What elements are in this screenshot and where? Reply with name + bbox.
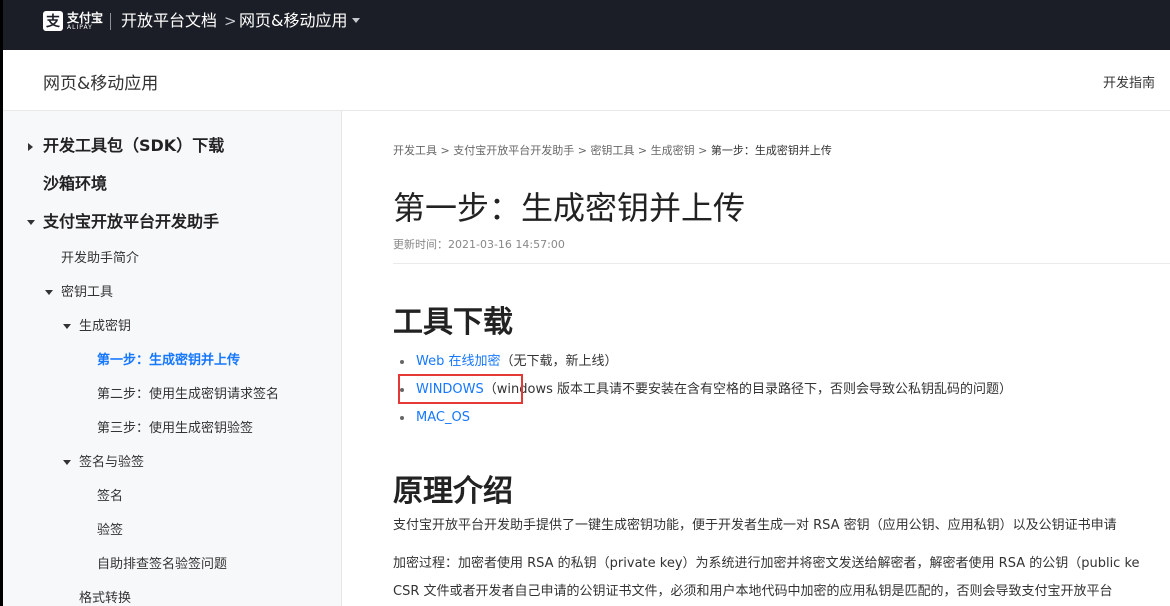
sidebar-item-dev-assistant[interactable]: 支付宝开放平台开发助手 xyxy=(43,212,219,232)
sidebar-item-troubleshoot[interactable]: 自助排查签名验签问题 xyxy=(97,555,227,575)
breadcrumb-item[interactable]: 开发工具 xyxy=(393,144,437,157)
topbar-divider xyxy=(110,13,111,30)
page-title: 第一步：生成密钥并上传 xyxy=(393,189,746,227)
alipay-logo[interactable]: 支 支付宝 ALIPAY xyxy=(43,11,103,31)
sidebar-item-generate-key[interactable]: 生成密钥 xyxy=(79,317,131,337)
section-heading-principle: 原理介绍 xyxy=(393,474,513,509)
sidebar-nav: 开发工具包（SDK）下载 沙箱环境 支付宝开放平台开发助手 开发助手简介 密钥工… xyxy=(3,111,342,606)
breadcrumb-separator: > xyxy=(694,144,711,157)
sidebar-item-step1[interactable]: 第一步：生成密钥并上传 xyxy=(97,351,240,371)
caret-down-icon[interactable] xyxy=(45,290,53,295)
divider xyxy=(393,263,1170,264)
app-switcher[interactable]: 网页&移动应用 xyxy=(239,10,347,32)
breadcrumb: 开发工具 > 支付宝开放平台开发助手 > 密钥工具 > 生成密钥 > 第一步：生… xyxy=(393,142,832,158)
updated-time: 更新时间：2021-03-16 14:57:00 xyxy=(393,238,565,251)
section-title: 网页&移动应用 xyxy=(43,74,159,94)
chevron-down-icon[interactable] xyxy=(352,18,360,23)
caret-down-icon[interactable] xyxy=(63,324,71,329)
sidebar-item-step2[interactable]: 第二步：使用生成密钥请求签名 xyxy=(97,385,279,405)
bullet-dot xyxy=(400,416,404,420)
breadcrumb-separator: > xyxy=(224,12,237,30)
caret-down-icon[interactable] xyxy=(27,220,35,225)
list-item: MAC_OS xyxy=(416,408,470,428)
section-heading-tools: 工具下载 xyxy=(393,305,513,340)
sidebar-item-format-convert[interactable]: 格式转换 xyxy=(79,589,131,606)
breadcrumb-item[interactable]: 支付宝开放平台开发助手 xyxy=(453,144,574,157)
paragraph: 支付宝开放平台开发助手提供了一键生成密钥功能，便于开发者生成一对 RSA 密钥（… xyxy=(393,518,1117,533)
paragraph: 加密过程：加密者使用 RSA 的私钥（private key）为系统进行加密并将… xyxy=(393,556,1140,571)
breadcrumb-current: 第一步：生成密钥并上传 xyxy=(710,144,832,157)
caret-down-icon[interactable] xyxy=(63,460,71,465)
sub-header: 网页&移动应用 开发指南 xyxy=(3,50,1170,111)
sidebar-item-sign[interactable]: 签名 xyxy=(97,487,123,507)
list-item-note: （windows 版本工具请不要安装在含有空格的目录路径下，否则会导致公私钥乱码… xyxy=(483,382,1012,397)
list-item-note: （无下载，新上线） xyxy=(500,354,618,369)
breadcrumb-separator: > xyxy=(634,144,651,157)
bullet-dot xyxy=(400,360,404,364)
paragraph: CSR 文件或者开发者自己申请的公钥证书文件，必须和用户本地代码中加密的应用私钥… xyxy=(393,584,1113,599)
breadcrumb-separator: > xyxy=(437,144,454,157)
web-encrypt-link[interactable]: Web 在线加密 xyxy=(416,354,500,369)
sidebar-item-step3[interactable]: 第三步：使用生成密钥验签 xyxy=(97,419,253,439)
sidebar-item-verify[interactable]: 验签 xyxy=(97,521,123,541)
logo-cn: 支付宝 xyxy=(67,10,104,25)
breadcrumb-separator: > xyxy=(574,144,591,157)
alipay-logo-icon: 支 xyxy=(43,11,63,31)
sidebar-item-sandbox[interactable]: 沙箱环境 xyxy=(43,174,107,194)
breadcrumb-item[interactable]: 密钥工具 xyxy=(590,144,634,157)
alipay-logo-text: 支付宝 ALIPAY xyxy=(67,12,103,31)
logo-en: ALIPAY xyxy=(67,23,93,31)
list-item: Web 在线加密（无下载，新上线） xyxy=(416,352,618,372)
open-platform-docs-link[interactable]: 开放平台文档 xyxy=(121,10,217,32)
sidebar-item-key-tool[interactable]: 密钥工具 xyxy=(61,283,113,303)
breadcrumb-item[interactable]: 生成密钥 xyxy=(651,144,695,157)
highlight-annotation xyxy=(398,374,523,404)
macos-download-link[interactable]: MAC_OS xyxy=(416,410,470,425)
sidebar-item-sign-verify[interactable]: 签名与验签 xyxy=(79,453,144,473)
main-content: 开发工具 > 支付宝开放平台开发助手 > 密钥工具 > 生成密钥 > 第一步：生… xyxy=(343,111,1170,606)
dev-guide-link[interactable]: 开发指南 xyxy=(1103,72,1155,91)
sidebar-item-sdk[interactable]: 开发工具包（SDK）下载 xyxy=(43,136,224,156)
caret-right-icon[interactable] xyxy=(28,143,33,151)
sidebar-item-assistant-intro[interactable]: 开发助手简介 xyxy=(61,249,139,269)
top-navbar: 支 支付宝 ALIPAY 开放平台文档 > 网页&移动应用 xyxy=(0,0,1170,606)
